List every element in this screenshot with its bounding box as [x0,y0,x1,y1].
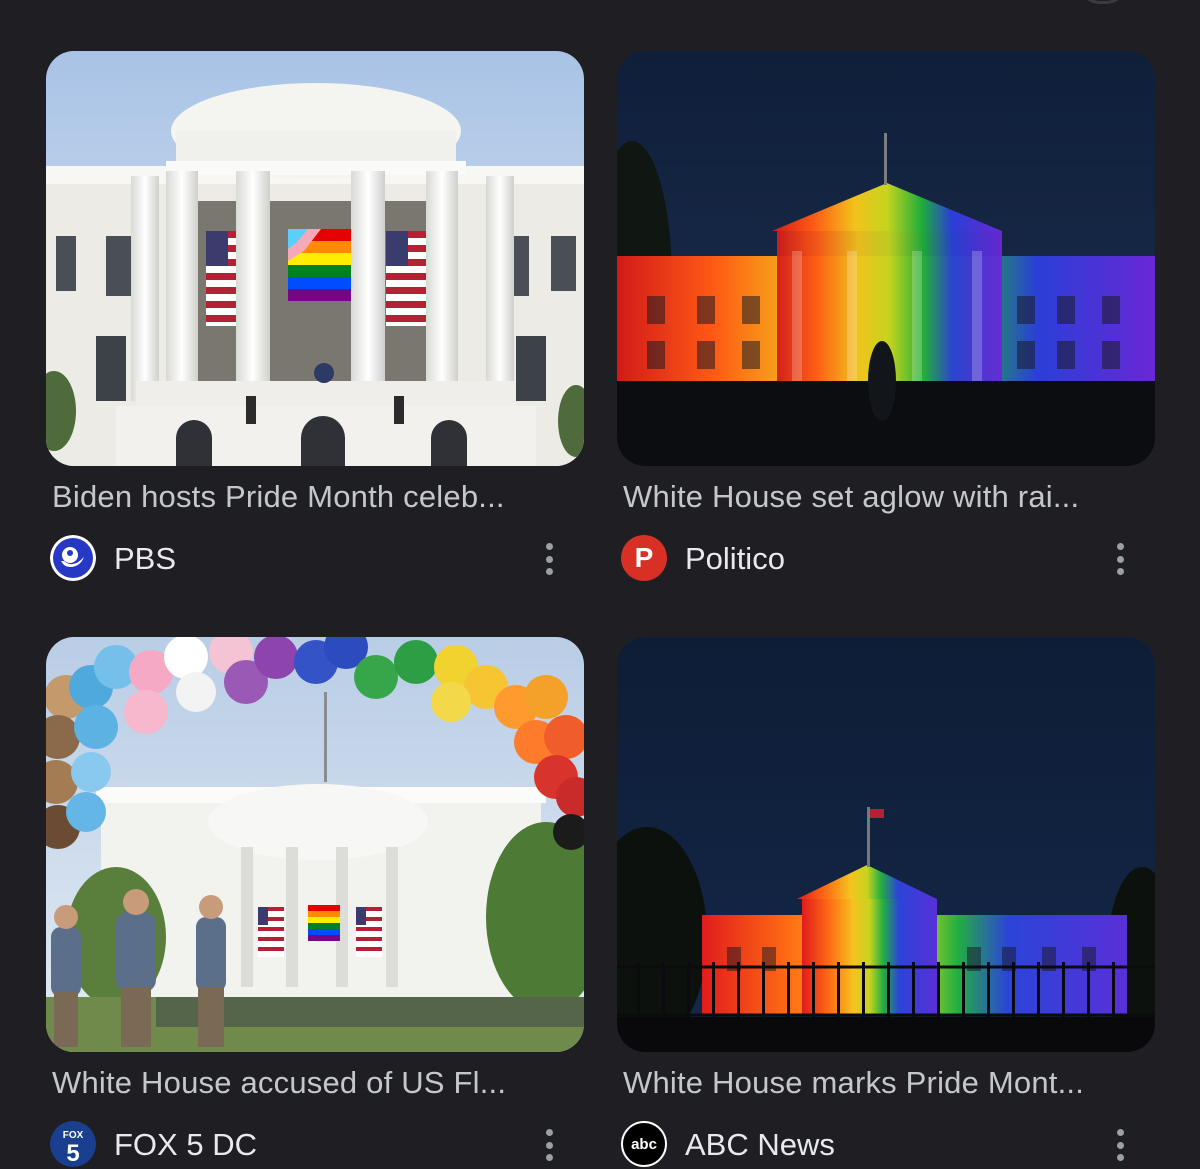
white-house-balloon-arch-photo [46,637,584,1052]
more-options-icon[interactable] [1109,539,1131,579]
result-source[interactable]: P Politico [621,535,1155,581]
result-source[interactable]: FOX 5 FOX 5 DC [50,1121,584,1167]
politico-icon: P [621,535,667,581]
result-source[interactable]: PBS [50,535,584,581]
more-options-icon[interactable] [1109,1125,1131,1165]
source-name: ABC News [685,1127,835,1162]
white-house-pride-flag-photo [46,51,584,466]
source-name: PBS [114,541,177,576]
result-title[interactable]: White House marks Pride Mont... [623,1065,1153,1101]
more-options-icon[interactable] [538,539,560,579]
source-name: FOX 5 DC [114,1127,257,1162]
result-title[interactable]: White House set aglow with rai... [623,479,1153,515]
result-thumbnail[interactable] [617,637,1155,1052]
image-results-grid: Biden hosts Pride Month celeb... PBS Whi… [0,0,1200,1169]
white-house-rainbow-lights-photo [617,51,1155,466]
abc-icon: abc [621,1121,667,1167]
top-button-edge[interactable] [1078,0,1128,4]
white-house-rainbow-night-photo [617,637,1155,1052]
result-thumbnail[interactable] [617,51,1155,466]
source-name: Politico [685,541,785,576]
result-source[interactable]: abc ABC News [621,1121,1155,1167]
pbs-icon [50,535,96,581]
result-thumbnail[interactable] [46,637,584,1052]
result-title[interactable]: Biden hosts Pride Month celeb... [52,479,582,515]
more-options-icon[interactable] [538,1125,560,1165]
svg-text:5: 5 [66,1140,79,1167]
fox5-icon: FOX 5 [50,1121,96,1167]
result-thumbnail[interactable] [46,51,584,466]
result-title[interactable]: White House accused of US Fl... [52,1065,582,1101]
